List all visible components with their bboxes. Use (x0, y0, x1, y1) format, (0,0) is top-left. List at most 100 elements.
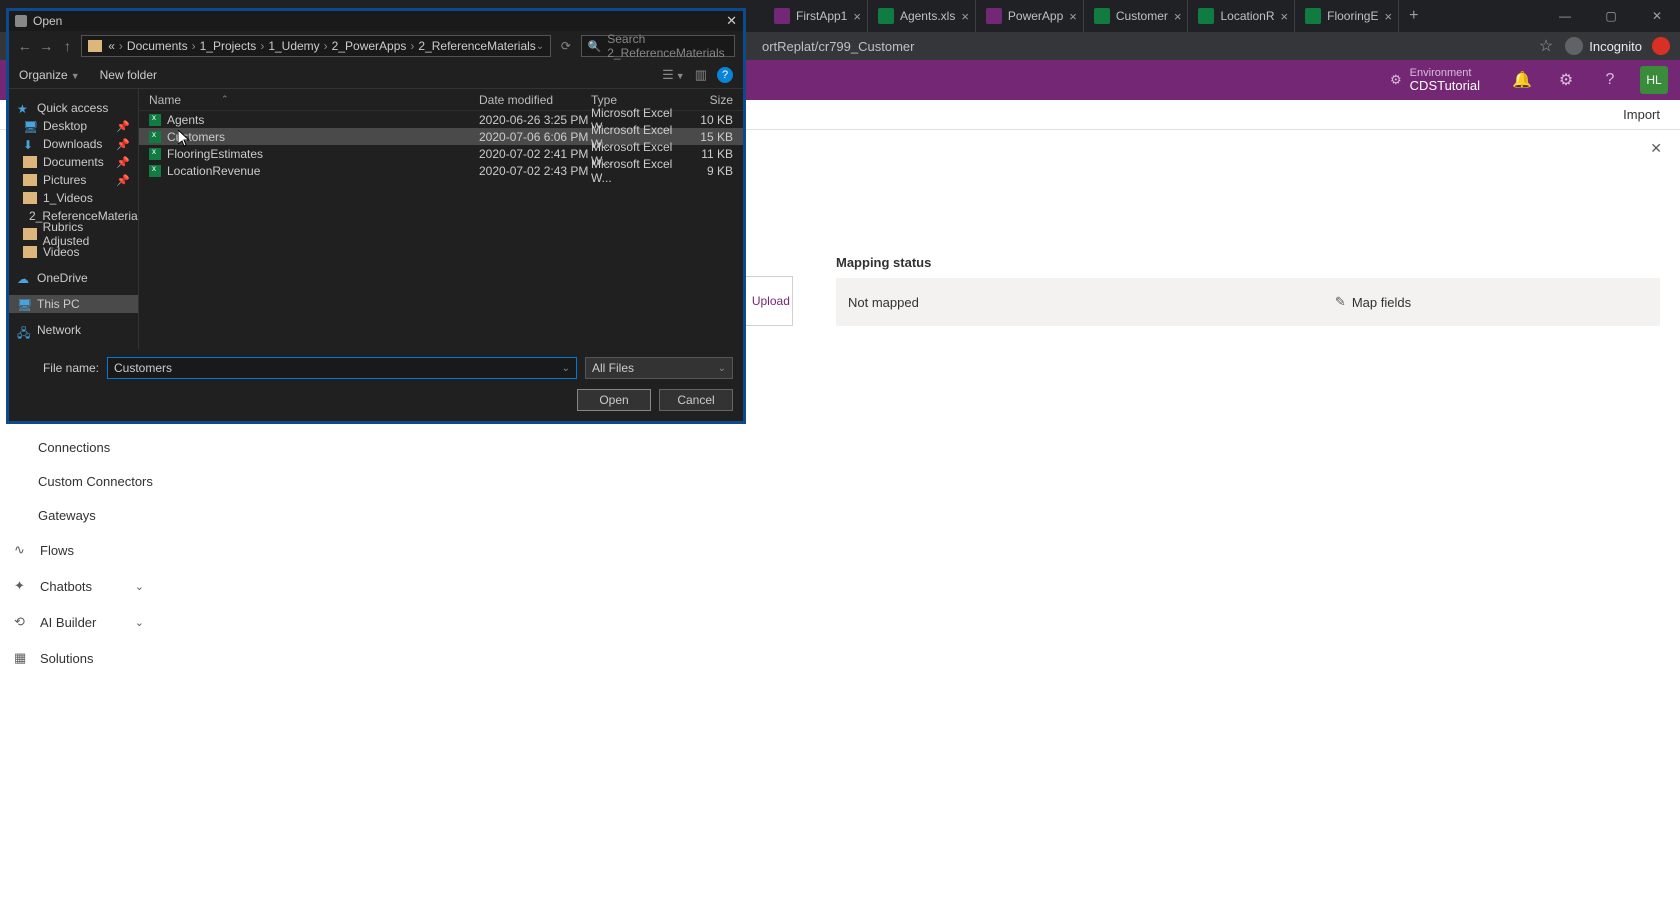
organize-menu[interactable]: Organize▼ (19, 68, 80, 82)
nav-label: Gateways (38, 508, 96, 523)
file-row[interactable]: LocationRevenue 2020-07-02 2:43 PM Micro… (139, 162, 743, 179)
spacer (1086, 255, 1660, 270)
up-button[interactable]: ↑ (60, 38, 75, 54)
filename-input[interactable]: Customers ⌄ (107, 357, 577, 379)
new-tab-button[interactable]: + (1409, 7, 1418, 25)
left-navigation: Connections Custom Connectors Gateways ∿… (0, 430, 158, 676)
excel-icon (1094, 8, 1110, 24)
notifications-icon[interactable]: 🔔 (1512, 70, 1532, 90)
nav-label: Chatbots (40, 579, 92, 594)
nav-label: Downloads (43, 137, 102, 151)
close-icon[interactable]: ✕ (726, 13, 737, 29)
excel-icon (1198, 8, 1214, 24)
breadcrumb-separator: › (410, 39, 414, 53)
crumb[interactable]: 2_ReferenceMaterials (418, 39, 535, 53)
browser-tab[interactable]: FlooringE× (1295, 0, 1399, 32)
file-date: 2020-07-06 6:06 PM (479, 130, 591, 144)
mapping-status-header: Mapping status (836, 255, 1086, 270)
map-fields-button[interactable]: ✎ Map fields (1086, 278, 1660, 326)
file-date: 2020-06-26 3:25 PM (479, 113, 591, 127)
nav-label: Connections (38, 440, 110, 455)
crumb-ellipsis[interactable]: « (108, 39, 115, 53)
environment-icon[interactable]: ⚙ (1390, 72, 1402, 88)
new-folder-button[interactable]: New folder (100, 68, 157, 82)
nav-chatbots[interactable]: ✦Chatbots⌄ (0, 568, 158, 604)
close-icon[interactable]: × (1174, 9, 1182, 24)
nav-documents[interactable]: Documents📌 (9, 153, 138, 171)
browser-tab[interactable]: PowerApp× (976, 0, 1084, 32)
column-name[interactable]: Name⌃ (139, 93, 479, 107)
cancel-button[interactable]: Cancel (659, 389, 733, 411)
incognito-badge[interactable]: Incognito (1565, 37, 1642, 55)
nav-label: Desktop (43, 119, 87, 133)
close-icon[interactable]: × (853, 9, 861, 24)
solutions-icon: ▦ (14, 650, 30, 666)
nav-rubrics[interactable]: Rubrics Adjusted (9, 225, 138, 243)
nav-ai-builder[interactable]: ⟲AI Builder⌄ (0, 604, 158, 640)
environment-selector[interactable]: Environment CDSTutorial (1410, 67, 1480, 93)
nav-connections[interactable]: Connections (0, 430, 158, 464)
breadcrumb-path[interactable]: « › Documents › 1_Projects › 1_Udemy › 2… (81, 35, 551, 57)
nav-onedrive[interactable]: ☁OneDrive (9, 269, 138, 287)
close-icon[interactable]: ✕ (1650, 140, 1662, 157)
refresh-button[interactable]: ⟳ (557, 39, 574, 53)
extension-icon[interactable] (1652, 37, 1670, 55)
settings-icon[interactable]: ⚙ (1556, 70, 1576, 90)
bookmark-icon[interactable]: ☆ (1539, 36, 1553, 56)
ai-icon: ⟲ (14, 614, 30, 630)
maximize-button[interactable]: ▢ (1588, 0, 1634, 32)
folder-icon (23, 228, 37, 240)
forward-button[interactable]: → (38, 38, 53, 54)
file-filter-select[interactable]: All Files⌄ (585, 357, 733, 379)
dialog-titlebar[interactable]: Open ✕ (9, 11, 743, 31)
path-dropdown-icon[interactable]: ⌄ (536, 41, 544, 52)
nav-downloads[interactable]: ⬇Downloads📌 (9, 135, 138, 153)
nav-label: Quick access (37, 101, 108, 115)
minimize-button[interactable]: — (1542, 0, 1588, 32)
crumb[interactable]: 2_PowerApps (332, 39, 407, 53)
nav-desktop[interactable]: 🖥Desktop📌 (9, 117, 138, 135)
back-button[interactable]: ← (17, 38, 32, 54)
nav-solutions[interactable]: ▦Solutions (0, 640, 158, 676)
open-button[interactable]: Open (577, 389, 651, 411)
view-mode-button[interactable]: ☰▼ (662, 67, 685, 83)
close-icon[interactable]: × (1281, 9, 1289, 24)
browser-tab[interactable]: Agents.xls× (868, 0, 976, 32)
pin-icon: 📌 (116, 156, 130, 169)
crumb[interactable]: 1_Udemy (268, 39, 319, 53)
close-icon[interactable]: × (1384, 9, 1392, 24)
nav-gateways[interactable]: Gateways (0, 498, 158, 532)
chevron-down-icon[interactable]: ⌄ (562, 363, 570, 374)
nav-quick-access[interactable]: ★Quick access (9, 99, 138, 117)
nav-videos[interactable]: Videos (9, 243, 138, 261)
crumb[interactable]: Documents (127, 39, 188, 53)
preview-pane-button[interactable]: ▥ (695, 67, 707, 83)
nav-flows[interactable]: ∿Flows (0, 532, 158, 568)
column-type[interactable]: Type (591, 93, 687, 107)
crumb[interactable]: 1_Projects (200, 39, 257, 53)
close-icon[interactable]: × (961, 9, 969, 24)
file-name: FlooringEstimates (167, 147, 263, 161)
browser-tab[interactable]: FirstApp1× (764, 0, 868, 32)
help-icon[interactable]: ? (1600, 71, 1620, 89)
column-date[interactable]: Date modified (479, 93, 591, 107)
help-icon[interactable]: ? (717, 67, 733, 83)
url-text[interactable]: ortReplat/cr799_Customer (762, 39, 1539, 54)
search-input[interactable]: 🔍 Search 2_ReferenceMaterials (581, 35, 736, 57)
close-icon[interactable]: × (1069, 9, 1077, 24)
nav-network[interactable]: 🖧Network (9, 321, 138, 339)
avatar[interactable]: HL (1640, 66, 1668, 94)
close-button[interactable]: ✕ (1634, 0, 1680, 32)
pin-icon: 📌 (116, 174, 130, 187)
column-size[interactable]: Size (687, 93, 743, 107)
nav-custom-connectors[interactable]: Custom Connectors (0, 464, 158, 498)
import-button[interactable]: Import (1623, 107, 1660, 122)
nav-label: Pictures (43, 173, 86, 187)
nav-pictures[interactable]: Pictures 📌 (9, 171, 138, 189)
browser-tab[interactable]: LocationR× (1188, 0, 1295, 32)
nav-1videos[interactable]: 1_Videos (9, 189, 138, 207)
nav-this-pc[interactable]: 🖥This PC (9, 295, 138, 313)
browser-tab[interactable]: Customer× (1084, 0, 1189, 32)
filename-value: Customers (114, 361, 172, 375)
pin-icon: 📌 (116, 120, 130, 133)
